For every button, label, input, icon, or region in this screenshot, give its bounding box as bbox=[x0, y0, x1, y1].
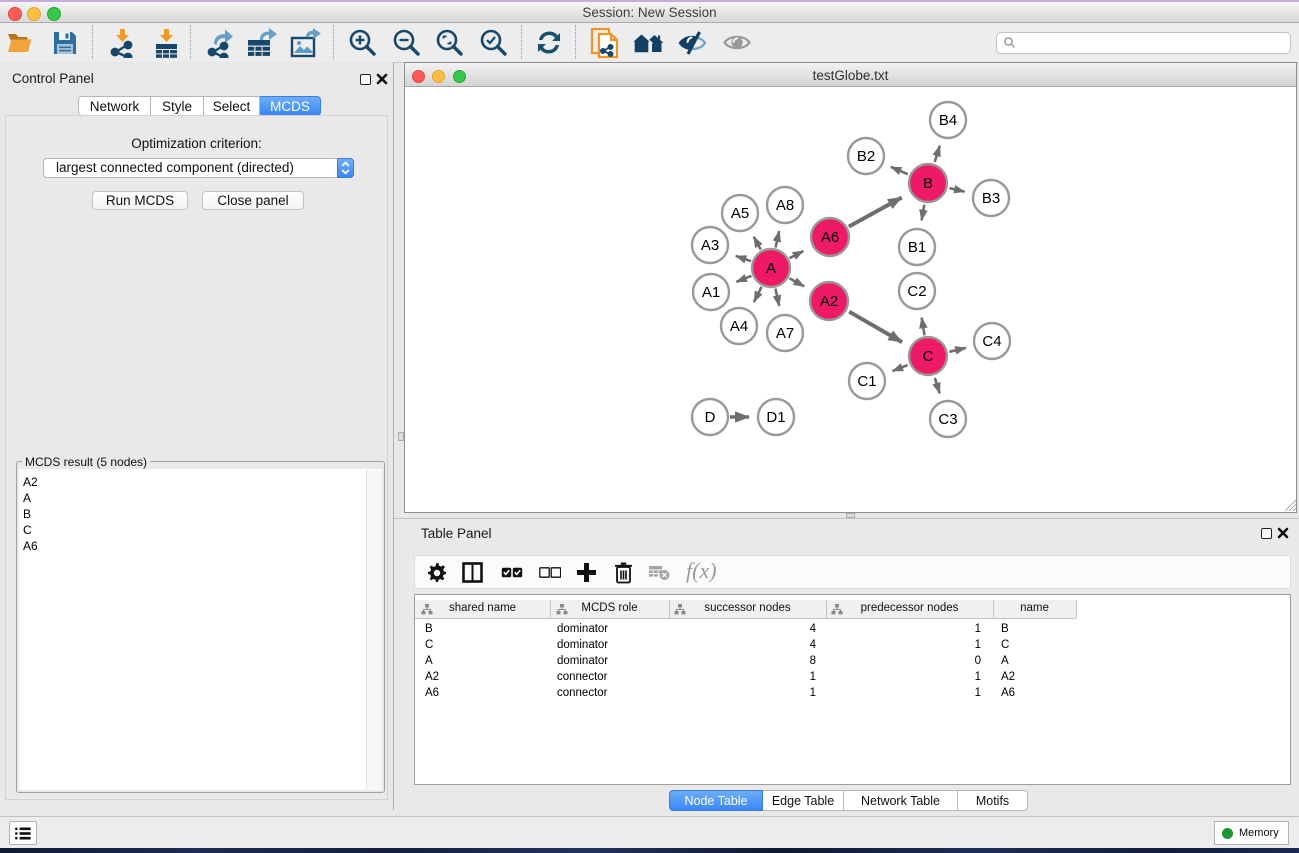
svg-text:C3: C3 bbox=[938, 411, 957, 428]
svg-text:A7: A7 bbox=[776, 325, 794, 342]
svg-text:B: B bbox=[923, 175, 933, 192]
svg-text:B1: B1 bbox=[908, 239, 926, 256]
svg-text:A5: A5 bbox=[731, 205, 749, 222]
svg-text:D: D bbox=[705, 409, 716, 426]
svg-text:A4: A4 bbox=[730, 318, 748, 335]
svg-text:A3: A3 bbox=[701, 237, 719, 254]
svg-text:C2: C2 bbox=[907, 283, 926, 300]
svg-text:A1: A1 bbox=[702, 284, 720, 301]
svg-text:C4: C4 bbox=[982, 333, 1001, 350]
svg-text:D1: D1 bbox=[766, 409, 785, 426]
svg-text:A2: A2 bbox=[820, 293, 838, 310]
svg-text:A: A bbox=[766, 260, 776, 277]
svg-text:C1: C1 bbox=[857, 373, 876, 390]
svg-text:A6: A6 bbox=[821, 229, 839, 246]
svg-text:B3: B3 bbox=[982, 190, 1000, 207]
svg-text:B2: B2 bbox=[857, 148, 875, 165]
svg-text:C: C bbox=[923, 348, 934, 365]
svg-text:A8: A8 bbox=[776, 197, 794, 214]
svg-text:B4: B4 bbox=[939, 112, 957, 129]
